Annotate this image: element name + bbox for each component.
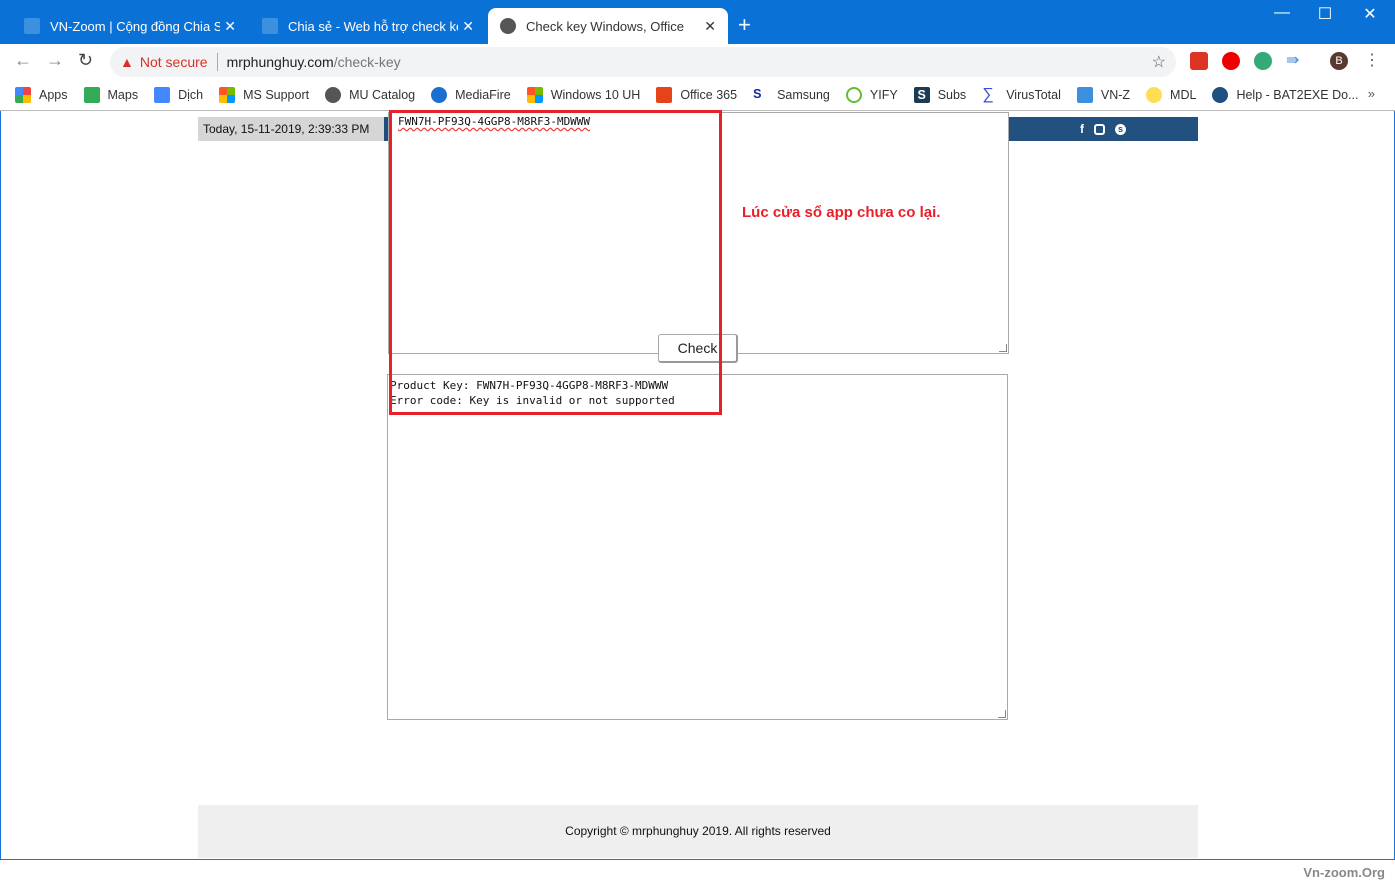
vnzoom-favicon-icon <box>24 18 40 34</box>
yify-icon <box>845 87 862 103</box>
close-tab-icon[interactable]: ✕ <box>704 18 716 35</box>
url-domain: mrphunghuy.com <box>226 54 334 70</box>
microsoft-icon <box>526 87 543 103</box>
title-bar: VN-Zoom | Cộng đồng Chia Sẻ K✕ Chia sẻ -… <box>0 0 1395 44</box>
bookmark-virustotal[interactable]: ∑ VirusTotal <box>982 87 1061 103</box>
help-icon <box>1212 87 1229 103</box>
samsung-icon: S <box>753 87 762 101</box>
bookmarks-bar: Apps Maps Dịch MS Support MU Catalog Med… <box>0 80 1395 111</box>
bookmark-star-icon[interactable]: ☆ <box>1152 52 1166 72</box>
security-status[interactable]: Not secure <box>140 54 208 70</box>
new-tab-button[interactable]: + <box>738 12 751 38</box>
watermark: Vn-zoom.Org <box>1303 865 1385 880</box>
virustotal-icon: ∑ <box>982 86 994 103</box>
footer: Copyright © mrphunghuy 2019. All rights … <box>198 805 1198 858</box>
annotation-note: Lúc cửa sổ app chưa co lại. <box>742 204 941 221</box>
back-icon[interactable]: ← <box>14 50 32 71</box>
apps-grid-icon <box>15 87 31 103</box>
vnzoom-favicon-icon <box>262 18 278 34</box>
skype-icon[interactable]: s <box>1115 123 1126 135</box>
instagram-icon[interactable] <box>1094 123 1105 135</box>
tab-chia-se[interactable]: Chia sẻ - Web hỗ trợ check key W✕ <box>250 8 486 44</box>
divider <box>216 53 218 71</box>
tab-check-key[interactable]: Check key Windows, Office ✕ <box>488 8 728 44</box>
microsoft-icon <box>219 87 236 103</box>
bookmark-office-365[interactable]: Office 365 <box>656 87 737 103</box>
bookmark-ms-support[interactable]: MS Support <box>219 87 309 103</box>
bookmark-subs[interactable]: S Subs <box>913 87 966 103</box>
facebook-icon[interactable]: f <box>1080 122 1084 136</box>
translate-icon <box>154 87 171 103</box>
reload-icon[interactable]: ↻ <box>78 50 93 71</box>
url-path: /check-key <box>333 54 401 70</box>
resize-handle[interactable] <box>999 344 1007 352</box>
result-output[interactable]: Product Key: FWN7H-PF93Q-4GGP8-M8RF3-MDW… <box>387 374 1008 720</box>
bookmark-mu-catalog[interactable]: MU Catalog <box>325 87 415 103</box>
bookmark-windows-10-uh[interactable]: Windows 10 UH <box>526 87 640 103</box>
maps-icon <box>83 87 100 103</box>
vnzoom-icon <box>1076 87 1093 103</box>
bookmark-samsung[interactable]: S Samsung <box>753 87 830 103</box>
bookmark-mdl[interactable]: MDL <box>1146 87 1196 103</box>
extension-adblock-icon[interactable] <box>1222 52 1240 70</box>
bookmark-dich[interactable]: Dịch <box>154 87 203 103</box>
resize-handle[interactable] <box>998 710 1006 718</box>
menu-icon[interactable]: ⋮ <box>1364 52 1382 70</box>
bookmark-help-bat2exe[interactable]: Help - BAT2EXE Do... <box>1212 87 1358 103</box>
globe-icon <box>500 18 516 34</box>
address-bar[interactable]: ▲ Not secure mrphunghuy.com/check-key ☆ <box>110 47 1176 77</box>
warning-icon: ▲ <box>120 54 134 70</box>
more-bookmarks-icon[interactable]: » <box>1368 86 1375 101</box>
bookmark-apps[interactable]: Apps <box>15 87 68 103</box>
toolbar: ← → ↻ ▲ Not secure mrphunghuy.com/check-… <box>0 44 1395 80</box>
close-window-button[interactable]: ✕ <box>1350 4 1390 24</box>
globe-icon <box>325 87 342 103</box>
maximize-button[interactable]: ☐ <box>1305 4 1345 24</box>
key-input[interactable]: FWN7H-PF93Q-4GGP8-M8RF3-MDWWW <box>388 112 1009 354</box>
profile-avatar[interactable]: B <box>1330 52 1348 70</box>
extension-send-icon[interactable]: ⇛ <box>1286 52 1304 70</box>
social-bar: f s <box>1008 117 1198 141</box>
check-button[interactable]: Check <box>658 334 738 363</box>
close-tab-icon[interactable]: ✕ <box>224 18 236 35</box>
subs-icon: S <box>913 87 930 103</box>
bookmark-maps[interactable]: Maps <box>83 87 138 103</box>
bookmark-yify[interactable]: YIFY <box>845 87 898 103</box>
minimize-button[interactable]: — <box>1262 4 1302 22</box>
tab-vnzoom[interactable]: VN-Zoom | Cộng đồng Chia Sẻ K✕ <box>12 8 248 44</box>
bookmark-vn-z[interactable]: VN-Z <box>1076 87 1130 103</box>
lightbulb-icon <box>1146 87 1163 103</box>
close-tab-icon[interactable]: ✕ <box>462 18 474 35</box>
office-icon <box>656 87 673 103</box>
bookmark-mediafire[interactable]: MediaFire <box>431 87 511 103</box>
mediafire-icon <box>431 87 448 103</box>
extension-lastpass-icon[interactable] <box>1190 52 1208 70</box>
forward-icon[interactable]: → <box>46 50 64 71</box>
date-time: Today, 15-11-2019, 2:39:33 PM <box>198 117 384 141</box>
extension-idm-icon[interactable] <box>1254 52 1272 70</box>
